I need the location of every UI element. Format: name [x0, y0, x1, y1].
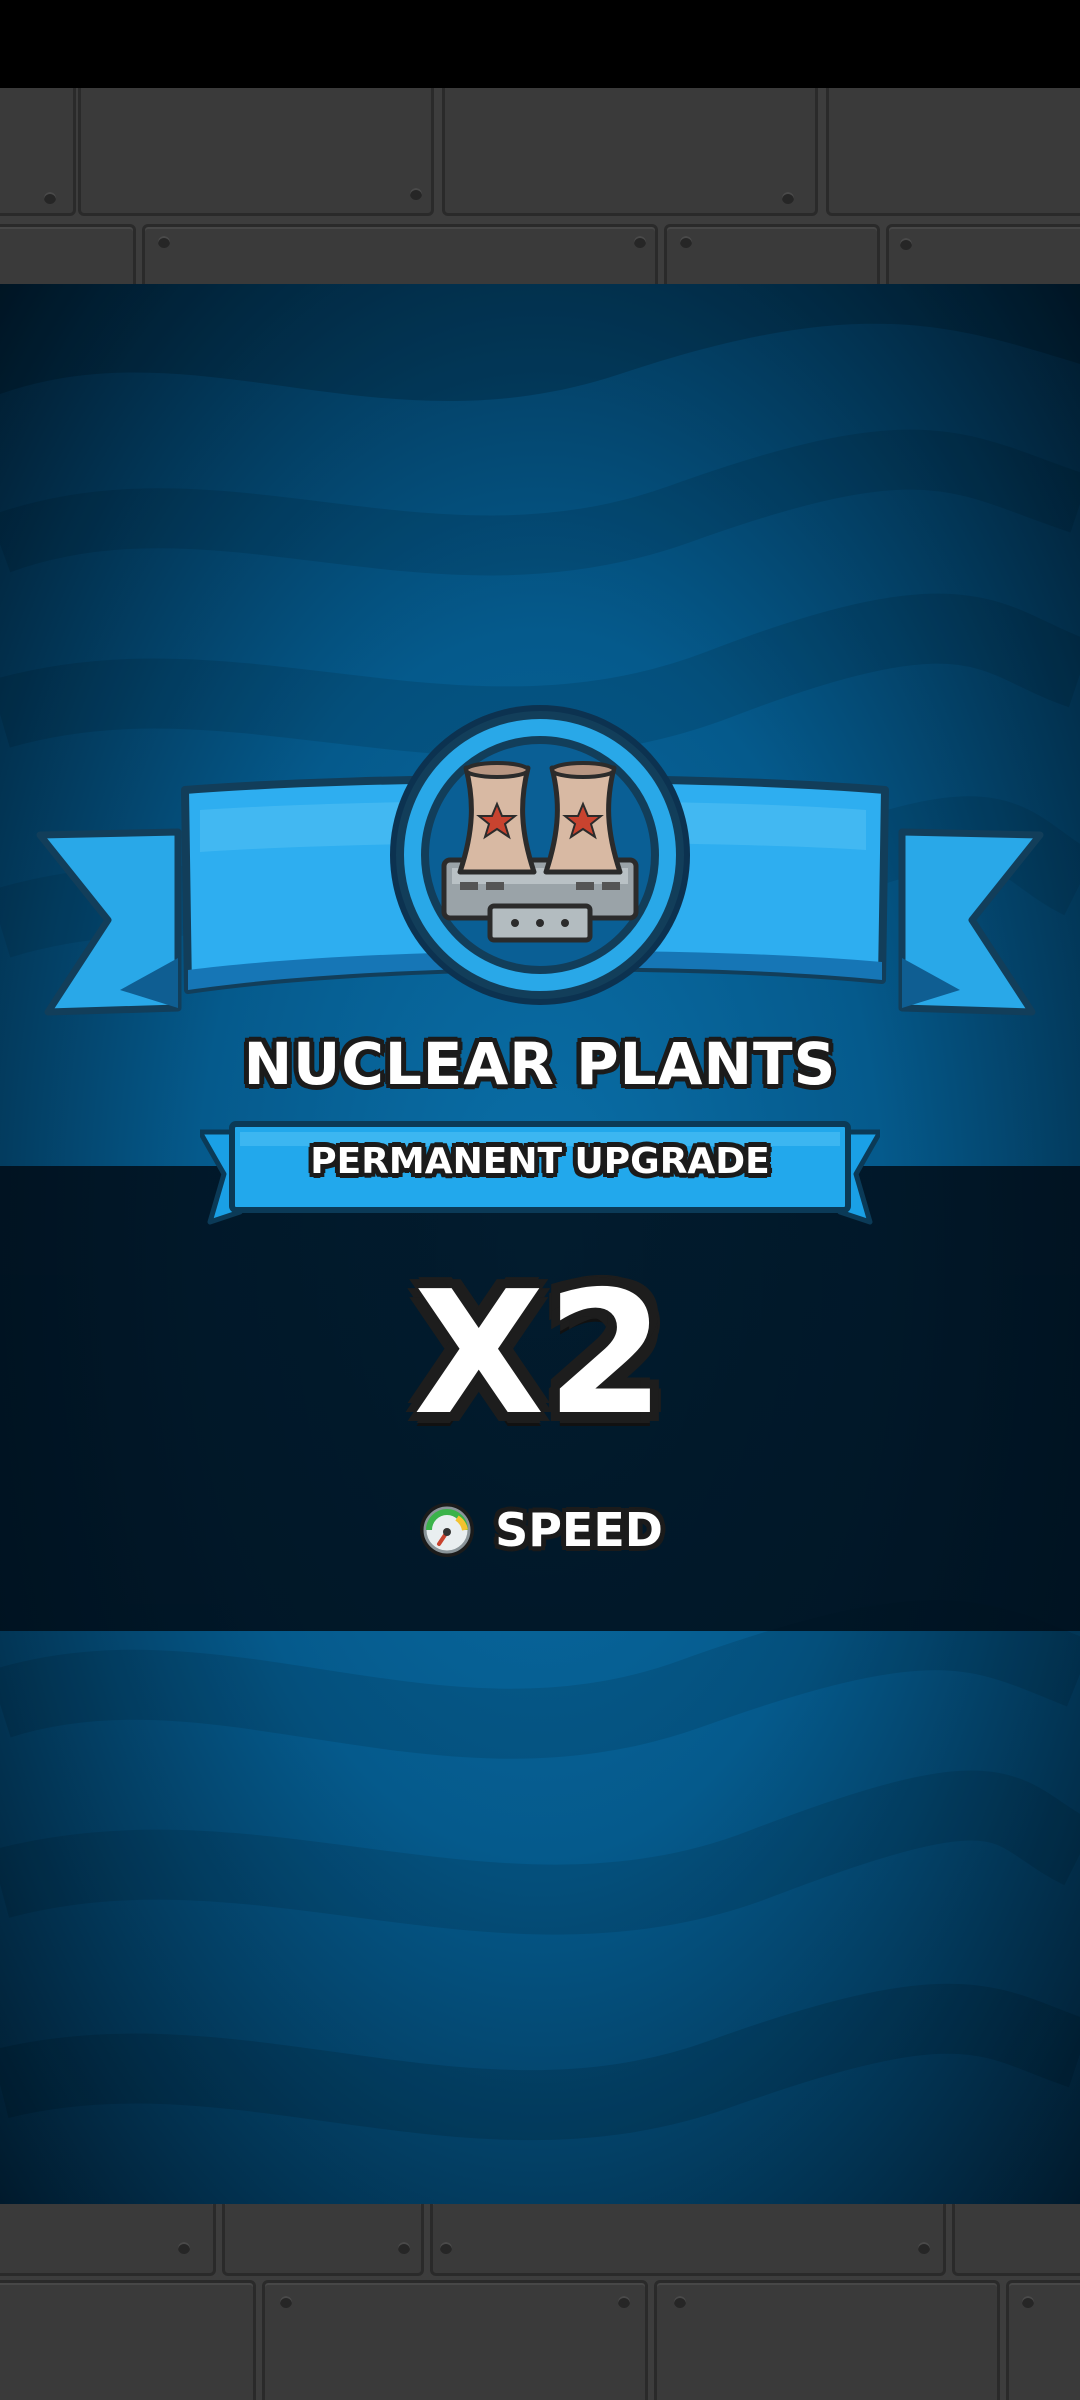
speedometer-icon [420, 1503, 475, 1557]
multiplier-value: X2 [413, 1255, 667, 1453]
upgrade-subtitle: PERMANENT UPGRADE [310, 1141, 770, 1182]
stat-label: SPEED [495, 1503, 663, 1557]
upgrade-title: NUCLEAR PLANTS [243, 1030, 837, 1098]
nuclear-plant-icon [441, 761, 639, 943]
metal-frame-top [0, 88, 1080, 284]
metal-frame-bottom [0, 2204, 1080, 2400]
stat-row: SPEED [0, 1500, 1080, 1560]
status-bar [0, 0, 1080, 88]
